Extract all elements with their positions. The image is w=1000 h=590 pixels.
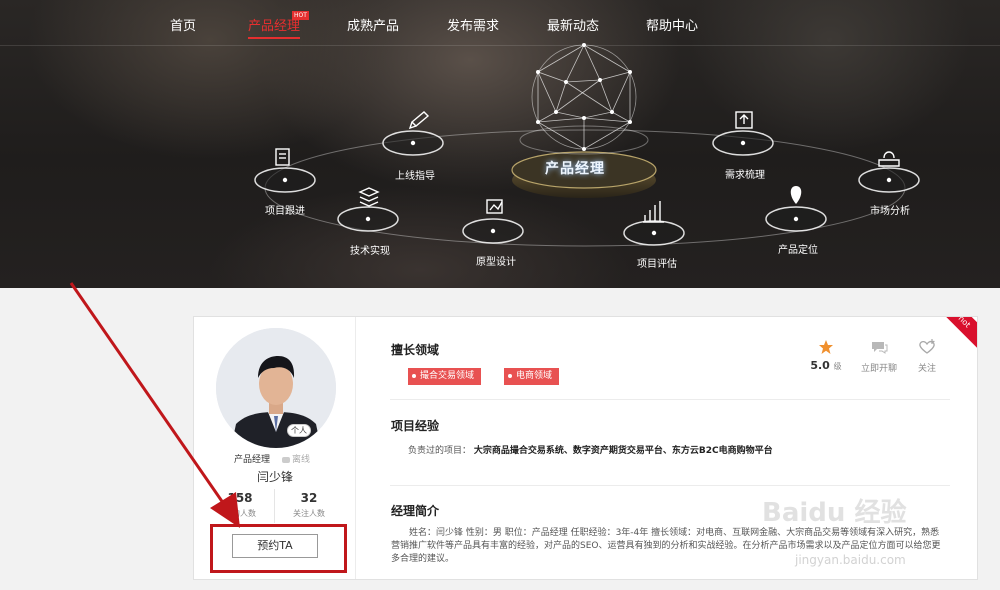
baidu-watermark: Baidu 经验 [762, 498, 907, 528]
watermark-url: jingyan.baidu.com [795, 553, 906, 567]
